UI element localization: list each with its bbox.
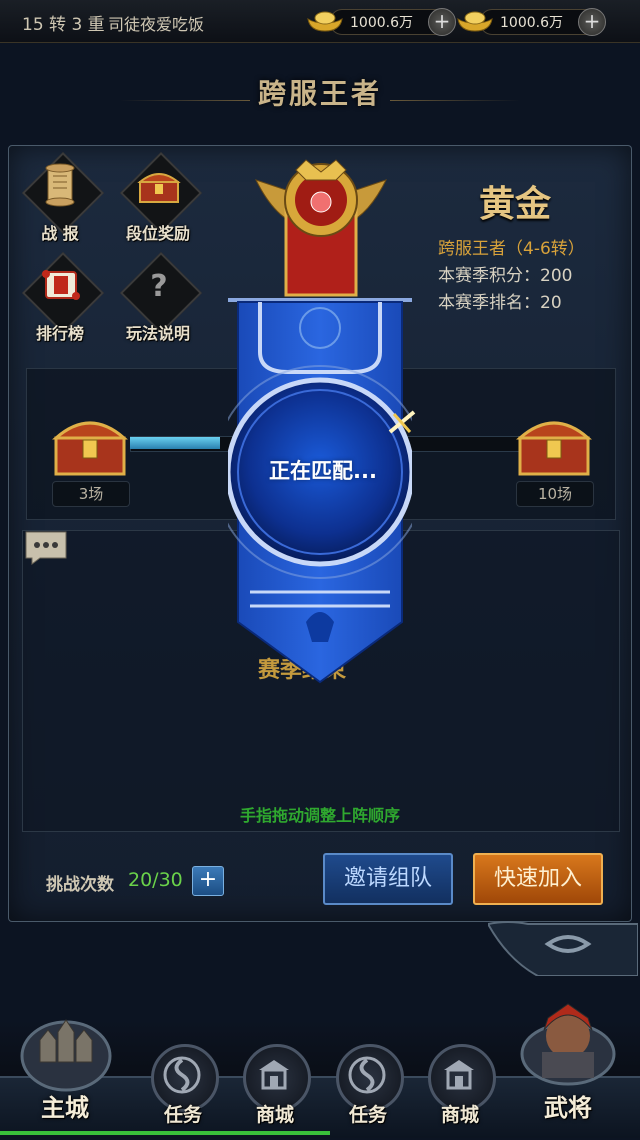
add-silver-button[interactable]: + xyxy=(578,8,606,36)
invite-team-button[interactable]: 邀请组队 xyxy=(323,853,453,905)
nav-shop-2[interactable]: 商城 xyxy=(420,1044,500,1140)
challenge-label: 挑战次数 xyxy=(46,875,114,895)
battle-report-label: 战 报 xyxy=(41,224,79,243)
player-name: 司徒夜爱吃饭 xyxy=(108,15,205,34)
nav-generals[interactable]: 武将 xyxy=(518,996,628,1122)
gold-ingot-icon xyxy=(307,11,343,32)
ranking-scroll-icon xyxy=(42,270,80,300)
treasure-chest-icon xyxy=(137,173,181,203)
milestone-chest-icon[interactable] xyxy=(514,408,594,480)
currency-gold: 1000.6万 + xyxy=(306,7,456,36)
milestone-progress-fill xyxy=(130,437,220,449)
currency-gold-value: 1000.6万 xyxy=(350,15,413,31)
milestone-label: 3场 xyxy=(52,481,130,507)
cancel-matching-icon[interactable] xyxy=(384,404,420,440)
drag-hint: 手指拖动调整上阵顺序 xyxy=(239,806,400,825)
nav-main-city[interactable]: 主城 xyxy=(10,1006,120,1126)
page-title: 跨服王者 xyxy=(257,77,382,110)
shop-icon xyxy=(259,1060,289,1090)
milestone-chest-icon[interactable] xyxy=(50,408,130,480)
nav-tasks-2-label: 任务 xyxy=(348,1104,387,1126)
matching-status-text: 正在匹配... xyxy=(269,459,377,483)
nav-main-city-label: 主城 xyxy=(41,1093,89,1122)
currency-silver-value: 1000.6万 xyxy=(500,15,563,31)
shop-icon xyxy=(444,1060,474,1090)
nav-shop-label: 商城 xyxy=(255,1104,294,1126)
swirl-icon xyxy=(163,1056,201,1094)
city-icon xyxy=(20,1019,112,1092)
quick-join-button[interactable]: 快速加入 xyxy=(473,853,603,905)
rank-reward-button[interactable]: 段位奖励 xyxy=(119,151,203,243)
rank-emblem-icon xyxy=(255,159,387,297)
question-mark-icon: ? xyxy=(150,269,167,304)
rank-name: 黄金 xyxy=(478,183,551,225)
silver-ingot-icon xyxy=(457,11,493,32)
gameplay-help-label: 玩法说明 xyxy=(125,324,190,343)
battle-report-button[interactable]: 战 报 xyxy=(21,151,105,243)
season-score: 本赛季积分：200 xyxy=(438,266,573,286)
loading-strip xyxy=(0,1131,330,1135)
milestone-label: 10场 xyxy=(516,481,594,507)
currency-silver: 1000.6万 + xyxy=(456,7,606,36)
svg-text:?: ? xyxy=(150,269,167,304)
nav-shop-2-label: 商城 xyxy=(440,1104,479,1126)
nav-tasks-label: 任务 xyxy=(163,1104,202,1126)
gameplay-help-button[interactable]: ? 玩法说明 xyxy=(119,251,203,343)
scroll-icon xyxy=(45,163,75,207)
back-arrow-icon[interactable] xyxy=(488,920,638,976)
nav-tasks[interactable]: 任务 xyxy=(143,1044,223,1140)
nav-tasks-2[interactable]: 任务 xyxy=(328,1044,408,1140)
nav-generals-label: 武将 xyxy=(544,1093,592,1122)
leaderboard-label: 排行榜 xyxy=(35,324,84,343)
rank-reward-label: 段位奖励 xyxy=(125,224,190,243)
leaderboard-button[interactable]: 排行榜 xyxy=(21,251,105,343)
swirl-icon xyxy=(348,1056,386,1094)
rank-tier: 跨服王者（4-6转） xyxy=(438,239,585,259)
nav-shop[interactable]: 商城 xyxy=(235,1044,315,1140)
add-challenge-button[interactable]: + xyxy=(192,866,224,896)
matching-banner xyxy=(228,298,412,684)
player-level: 15 转 3 重 xyxy=(22,15,105,35)
general-portrait-icon xyxy=(520,1003,616,1086)
season-rank: 本赛季排名：20 xyxy=(438,293,562,313)
challenge-count: 20/30 xyxy=(128,869,183,891)
add-gold-button[interactable]: + xyxy=(428,8,456,36)
chat-bubble-icon[interactable] xyxy=(24,530,68,566)
